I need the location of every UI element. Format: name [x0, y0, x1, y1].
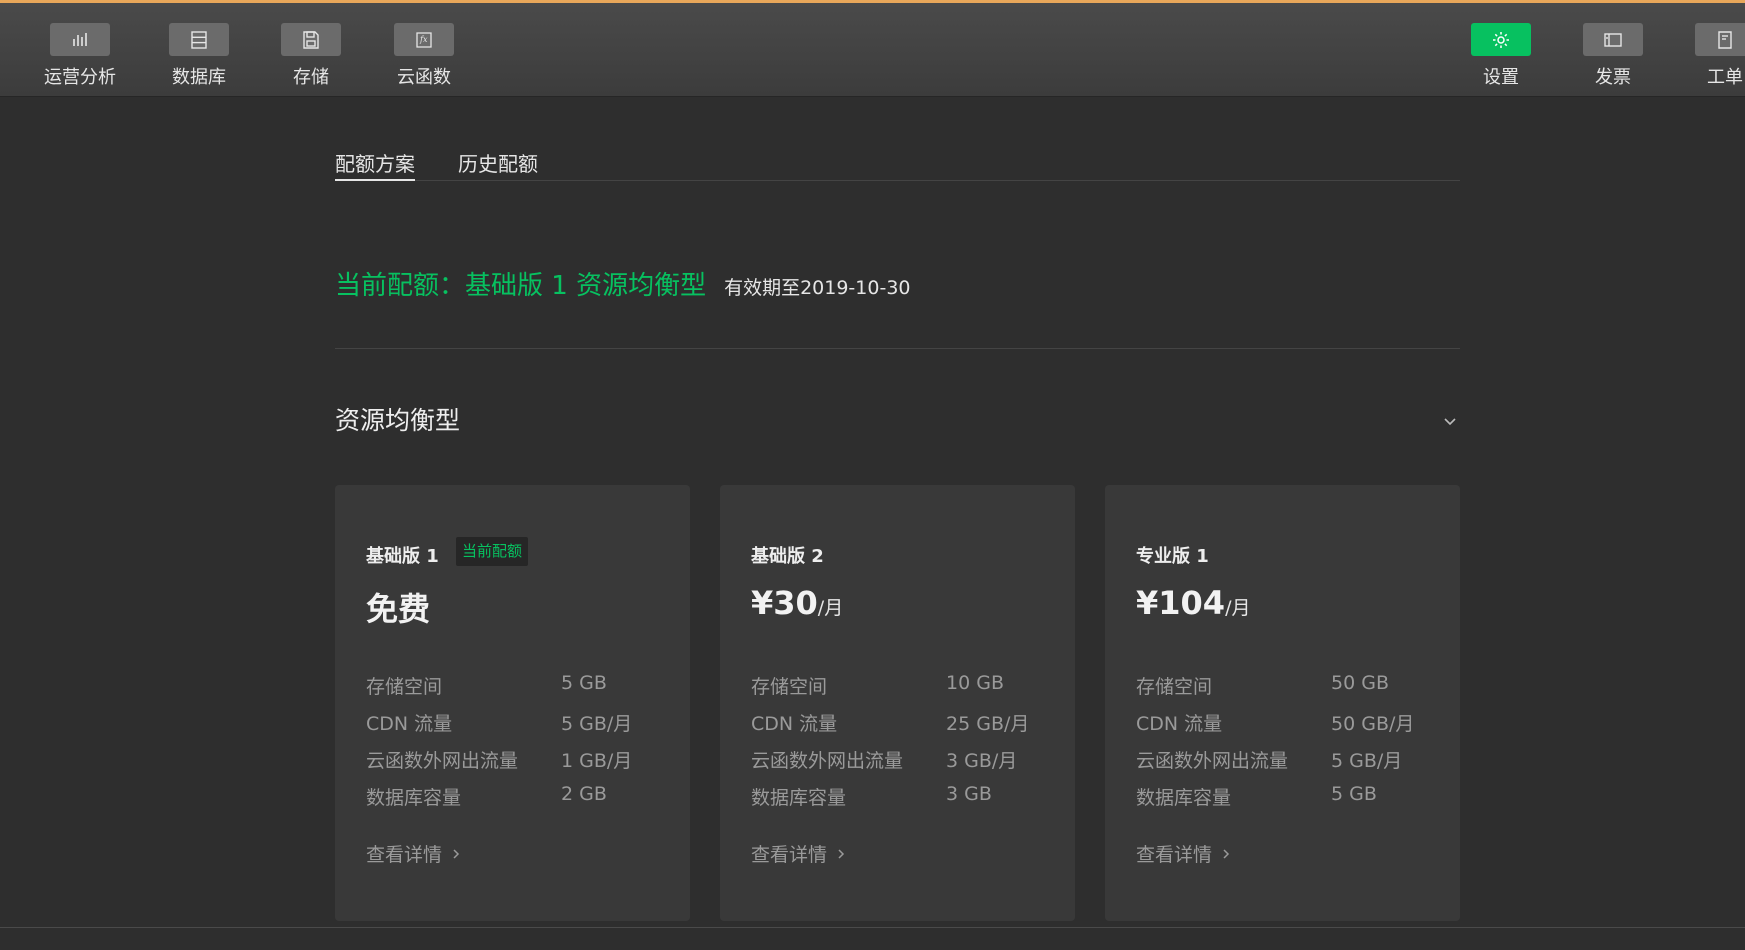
current-plan-badge: 当前配额 — [456, 537, 529, 566]
spec-row: CDN 流量 25 GB/月 — [751, 709, 1029, 746]
spec-row: 存储空间 10 GB — [751, 672, 1029, 709]
toolbar-settings-button[interactable]: 设置 — [1451, 23, 1551, 93]
toolbar-storage-button[interactable]: 存储 — [261, 23, 361, 93]
invoice-icon — [1583, 23, 1643, 56]
plan-price-amount: 免费 — [366, 590, 431, 628]
toolbar-invoice-button[interactable]: 发票 — [1563, 23, 1663, 93]
spec-key: 存储空间 — [366, 676, 443, 698]
plan-price-unit: /月 — [1225, 597, 1251, 619]
spec-key: 数据库容量 — [751, 787, 847, 809]
plan-price: ¥30/月 — [751, 584, 843, 622]
spec-row: CDN 流量 5 GB/月 — [366, 709, 632, 746]
toolbar-cloud-function-button[interactable]: fx 云函数 — [374, 23, 474, 93]
plan-name: 基础版 2 — [751, 546, 824, 567]
view-details-label: 查看详情 — [366, 844, 443, 866]
view-details-link[interactable]: 查看详情 — [1136, 840, 1230, 867]
plan-price-amount: ¥104 — [1136, 584, 1226, 622]
spec-row: 存储空间 50 GB — [1136, 672, 1414, 709]
database-icon — [169, 23, 229, 56]
view-details-label: 查看详情 — [1136, 844, 1213, 866]
plan-price-amount: ¥30 — [751, 584, 818, 622]
quota-valid-until: 有效期至2019-10-30 — [724, 277, 911, 299]
plan-name: 基础版 1 — [366, 546, 439, 567]
spec-value: 1 GB/月 — [561, 750, 633, 772]
current-quota-title: 当前配额：基础版 1 资源均衡型 — [335, 271, 707, 301]
chevron-right-icon — [1223, 848, 1230, 859]
spec-row: 存储空间 5 GB — [366, 672, 632, 709]
gear-icon — [1471, 23, 1531, 56]
toolbar-ticket-label: 工单 — [1707, 67, 1743, 88]
spec-key: CDN 流量 — [366, 713, 453, 735]
spec-row: 数据库容量 3 GB — [751, 783, 1029, 820]
spec-key: CDN 流量 — [1136, 713, 1223, 735]
plan-specs: 存储空间 10 GB CDN 流量 25 GB/月 云函数外网出流量 3 GB/月 数… — [751, 672, 1029, 820]
spec-row: 数据库容量 5 GB — [1136, 783, 1414, 820]
svg-text:fx: fx — [419, 35, 428, 44]
chevron-right-icon — [453, 848, 460, 859]
plan-price: ¥104/月 — [1136, 584, 1250, 622]
ticket-icon — [1695, 23, 1745, 56]
chevron-down-icon[interactable] — [1442, 415, 1458, 427]
bottom-divider — [0, 927, 1745, 928]
spec-value: 5 GB/月 — [561, 713, 633, 735]
spec-key: 数据库容量 — [1136, 787, 1232, 809]
spec-row: CDN 流量 50 GB/月 — [1136, 709, 1414, 746]
toolbar-analytics-button[interactable]: 运营分析 — [30, 23, 130, 93]
spec-key: 存储空间 — [751, 676, 828, 698]
divider — [335, 348, 1460, 349]
spec-value: 50 GB/月 — [1331, 713, 1415, 735]
spec-key: 云函数外网出流量 — [751, 750, 904, 772]
toolbar-database-button[interactable]: 数据库 — [149, 23, 249, 93]
spec-key: 存储空间 — [1136, 676, 1213, 698]
spec-value: 10 GB — [946, 672, 1004, 694]
spec-row: 数据库容量 2 GB — [366, 783, 632, 820]
spec-value: 2 GB — [561, 783, 607, 805]
plan-card-pro-1: 专业版 1 ¥104/月 存储空间 50 GB CDN 流量 50 GB/月 云函数… — [1105, 485, 1460, 921]
toolbar-database-label: 数据库 — [172, 67, 226, 88]
spec-row: 云函数外网出流量 3 GB/月 — [751, 746, 1029, 783]
view-details-link[interactable]: 查看详情 — [751, 840, 845, 867]
bar-chart-icon — [50, 23, 110, 56]
section-title: 资源均衡型 — [335, 406, 461, 435]
spec-value: 5 GB — [561, 672, 607, 694]
save-icon — [281, 23, 341, 56]
top-toolbar: 运营分析 数据库 存储 fx 云函数 设置 发票 工单 — [0, 0, 1745, 97]
spec-value: 5 GB — [1331, 783, 1377, 805]
plan-name: 专业版 1 — [1136, 546, 1209, 567]
spec-row: 云函数外网出流量 5 GB/月 — [1136, 746, 1414, 783]
spec-value: 3 GB/月 — [946, 750, 1018, 772]
toolbar-settings-label: 设置 — [1483, 67, 1519, 88]
spec-row: 云函数外网出流量 1 GB/月 — [366, 746, 632, 783]
view-details-label: 查看详情 — [751, 844, 828, 866]
toolbar-cloud-function-label: 云函数 — [397, 67, 451, 88]
spec-value: 3 GB — [946, 783, 992, 805]
plan-specs: 存储空间 5 GB CDN 流量 5 GB/月 云函数外网出流量 1 GB/月 数据库… — [366, 672, 632, 820]
plan-price: 免费 — [366, 584, 430, 630]
spec-key: 数据库容量 — [366, 787, 462, 809]
spec-value: 25 GB/月 — [946, 713, 1030, 735]
function-icon: fx — [394, 23, 454, 56]
plan-card-basic-2: 基础版 2 ¥30/月 存储空间 10 GB CDN 流量 25 GB/月 云函数外… — [720, 485, 1075, 921]
spec-value: 5 GB/月 — [1331, 750, 1403, 772]
chevron-right-icon — [838, 848, 845, 859]
plan-price-unit: /月 — [817, 597, 844, 619]
plan-specs: 存储空间 50 GB CDN 流量 50 GB/月 云函数外网出流量 5 GB/月 数… — [1136, 672, 1414, 820]
toolbar-analytics-label: 运营分析 — [44, 67, 116, 88]
current-quota: 当前配额：基础版 1 资源均衡型 有效期至2019-10-30 — [335, 265, 911, 301]
spec-value: 50 GB — [1331, 672, 1389, 694]
tab-quota-history[interactable]: 历史配额 — [458, 148, 538, 181]
toolbar-storage-label: 存储 — [293, 67, 329, 88]
spec-key: 云函数外网出流量 — [366, 750, 519, 772]
toolbar-ticket-button[interactable]: 工单 — [1675, 23, 1745, 93]
tab-bar: 配额方案 历史配额 — [335, 148, 1460, 181]
tab-quota-plans[interactable]: 配额方案 — [335, 148, 415, 181]
spec-key: CDN 流量 — [751, 713, 838, 735]
spec-key: 云函数外网出流量 — [1136, 750, 1289, 772]
plan-card-basic-1: 基础版 1 当前配额 免费 存储空间 5 GB CDN 流量 5 GB/月 云函数外… — [335, 485, 690, 921]
view-details-link[interactable]: 查看详情 — [366, 840, 460, 867]
toolbar-invoice-label: 发票 — [1595, 67, 1631, 88]
